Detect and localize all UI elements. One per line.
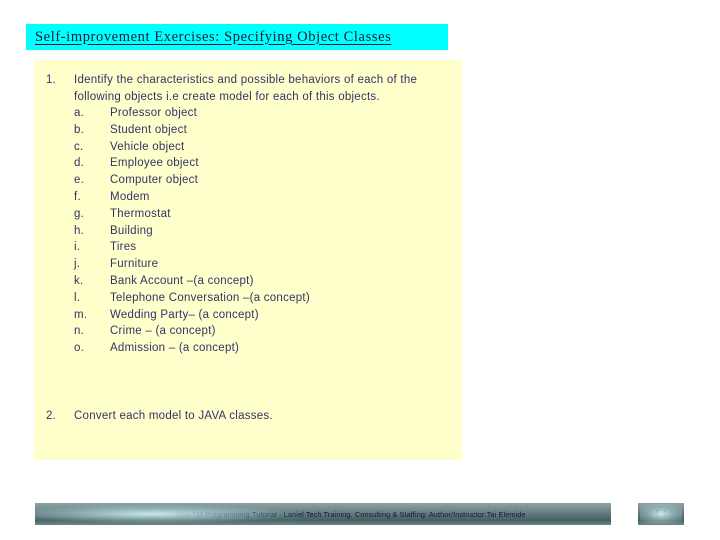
list-item: a. Professor object — [74, 105, 454, 122]
list-item: f. Modem — [74, 189, 454, 206]
list-item-marker: i. — [74, 241, 81, 254]
slide-title-banner: Self-improvement Exercises: Specifying O… — [26, 24, 448, 50]
list-item: j. Furniture — [74, 256, 454, 273]
sub-list: a. Professor object b. Student object c.… — [74, 105, 454, 357]
list-item: i. Tires — [74, 239, 454, 256]
list-item-marker: o. — [74, 342, 85, 355]
list-item: k. Bank Account –(a concept) — [74, 273, 454, 290]
list-item-label: Vehicle object — [110, 140, 185, 153]
list-item-label: Wedding Party– (a concept) — [110, 308, 259, 321]
list-item-marker: e. — [74, 174, 85, 187]
list-item-label: Crime – (a concept) — [110, 325, 216, 338]
list-item-marker: 1. — [46, 74, 57, 86]
list-item-label: Student object — [110, 123, 188, 136]
page-number: 54 — [655, 508, 667, 520]
list-item: m. Wedding Party– (a concept) — [74, 307, 454, 324]
list-item-label: Bank Account –(a concept) — [110, 274, 254, 287]
list-item-marker: g. — [74, 207, 85, 220]
list-item-label: Computer object — [110, 174, 199, 187]
list-item-marker: l. — [74, 291, 81, 304]
page-title: Self-improvement Exercises: Specifying O… — [35, 28, 392, 45]
list-item-label: Professor object — [110, 107, 198, 119]
list-item-label: Employee object — [110, 157, 199, 170]
list-item: c. Vehicle object — [74, 139, 454, 156]
list-item: 1. Identify the characteristics and poss… — [38, 72, 448, 105]
list-item-label: Admission – (a concept) — [110, 342, 240, 355]
list-item-marker: b. — [74, 123, 85, 136]
list-item-marker: m. — [74, 308, 88, 321]
list-item-label: Modem — [110, 190, 150, 203]
list-item-marker: d. — [74, 157, 85, 170]
list-item-text: Convert each model to JAVA classes. — [74, 410, 273, 422]
list-item: h. Building — [74, 223, 454, 240]
list-item-label: Building — [110, 224, 153, 237]
list-item: o. Admission – (a concept) — [74, 340, 454, 357]
list-item: e. Computer object — [74, 172, 454, 189]
list-item-marker: 2. — [46, 410, 57, 422]
list-item-label: Thermostat — [110, 207, 171, 220]
list-item-marker: h. — [74, 224, 85, 237]
list-item: d. Employee object — [74, 155, 454, 172]
list-item-marker: k. — [74, 274, 84, 287]
page-number-box: 54 — [638, 503, 684, 525]
list-item: l. Telephone Conversation –(a concept) — [74, 290, 454, 307]
list-item: 2. Convert each model to JAVA classes. — [38, 408, 448, 425]
list-item-marker: c. — [74, 140, 84, 153]
list-item-marker: j. — [74, 258, 81, 271]
list-item: b. Student object — [74, 122, 454, 139]
content-panel: 1. Identify the characteristics and poss… — [34, 60, 462, 460]
list-item: g. Thermostat — [74, 206, 454, 223]
list-item-label: Tires — [110, 241, 137, 254]
list-item-text: Identify the characteristics and possibl… — [74, 74, 418, 103]
list-item-marker: f. — [74, 190, 81, 203]
footer-credit-text: Java TM Programming.Tutorial - Laniel Te… — [174, 509, 526, 519]
list-item-marker: n. — [74, 325, 85, 338]
list-item-marker: a. — [74, 107, 85, 119]
list-item: n. Crime – (a concept) — [74, 323, 454, 340]
list-item-label: Telephone Conversation –(a concept) — [110, 291, 310, 304]
footer-bar: Java TM Programming.Tutorial - Laniel Te… — [35, 503, 611, 525]
list-item-label: Furniture — [110, 258, 159, 271]
